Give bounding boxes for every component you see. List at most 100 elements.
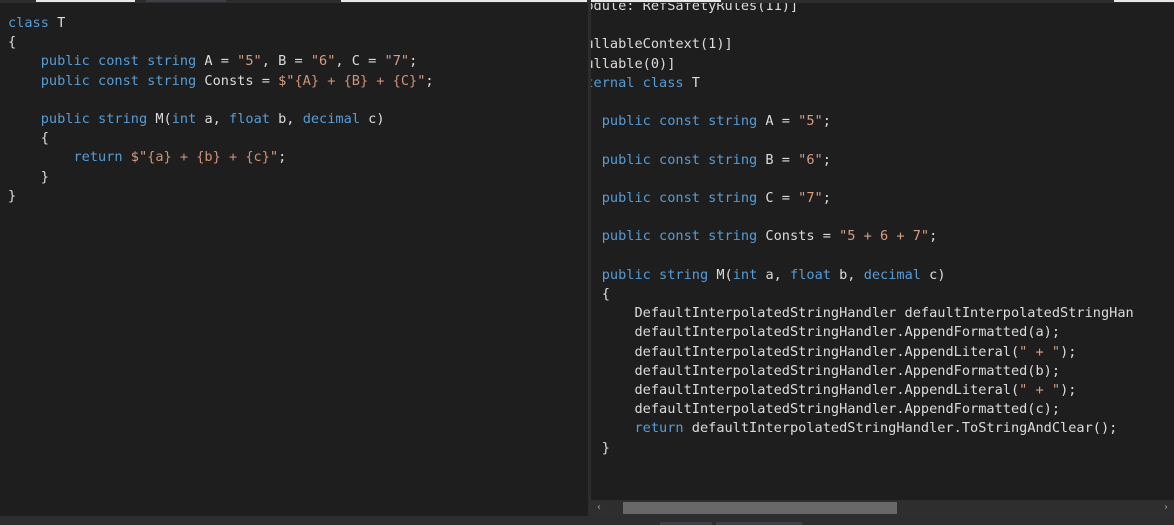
source-editor-pane[interactable]: class T{ public const string A = "5", B … (0, 3, 588, 516)
bottom-status-bar (0, 516, 1174, 525)
code-line[interactable]: return defaultInterpolatedStringHandler.… (591, 419, 1134, 438)
code-line[interactable]: defaultInterpolatedStringHandler.AppendF… (591, 400, 1134, 419)
code-token: C = (765, 190, 799, 207)
code-line[interactable]: defaultInterpolatedStringHandler.AppendF… (591, 323, 1134, 342)
tab-indicator[interactable] (341, 0, 587, 2)
code-token: ; (409, 53, 418, 70)
scroll-left-icon[interactable]: ‹ (591, 500, 607, 516)
code-line[interactable]: [module: RefSafetyRules(11)] (591, 3, 1134, 16)
code-token: } (8, 187, 17, 204)
code-token: public const string (601, 228, 758, 245)
code-line[interactable]: } (8, 187, 434, 206)
code-line[interactable]: public const string Consts = "5 + 6 + 7"… (591, 227, 1134, 246)
code-token: , C = (335, 53, 385, 70)
code-token: float (229, 111, 279, 128)
tab-indicator[interactable] (36, 0, 135, 2)
code-token: {a} + {b} + {c} (147, 149, 270, 166)
code-line[interactable]: } (8, 168, 434, 187)
code-token: float (790, 266, 840, 283)
code-token: defaultInterpolatedStringHandler.AppendF… (591, 401, 1061, 418)
code-token: "5" (798, 113, 823, 130)
code-token: Consts = (765, 228, 840, 245)
code-token: public const string (8, 53, 205, 70)
code-line[interactable]: return $"{a} + {b} + {c}"; (8, 148, 434, 167)
code-token: ; (425, 72, 434, 89)
code-token: ; (822, 190, 831, 207)
code-token: defaultInterpolatedStringHandler.AppendF… (591, 324, 1061, 341)
code-token: public string (8, 111, 156, 128)
code-line[interactable]: { (8, 33, 434, 52)
code-token: M( (716, 266, 733, 283)
code-token: [module: RefSafetyRules(11)] (591, 3, 799, 14)
code-line[interactable]: [Nullable(0)] (591, 55, 1134, 74)
decompiled-editor-pane[interactable]: [module: RefSafetyRules(11)] [NullableCo… (591, 3, 1174, 516)
tab-indicator[interactable] (146, 0, 226, 2)
code-line[interactable]: defaultInterpolatedStringHandler.AppendL… (591, 381, 1134, 400)
code-token: return (8, 149, 131, 166)
code-line[interactable]: class T (8, 14, 434, 33)
code-token: a, (765, 266, 791, 283)
code-token: ; (822, 113, 831, 130)
code-token: public string (601, 266, 709, 283)
code-line[interactable]: public string M(int a, float b, decimal … (591, 266, 1134, 285)
code-line[interactable] (591, 208, 1134, 227)
code-line[interactable]: internal class T (591, 74, 1134, 93)
code-line[interactable]: public string M(int a, float b, decimal … (8, 110, 434, 129)
code-line[interactable] (591, 16, 1134, 35)
code-token: B = (765, 151, 799, 168)
code-token: "6" (798, 151, 823, 168)
code-token: { (8, 34, 17, 51)
horizontal-scrollbar[interactable]: ‹ › (591, 500, 1174, 516)
code-line[interactable]: DefaultInterpolatedStringHandler default… (591, 304, 1134, 323)
code-token: int (732, 266, 766, 283)
code-token: decimal (302, 111, 369, 128)
code-token: ; (822, 151, 831, 168)
code-token: defaultInterpolatedStringHandler.AppendL… (591, 343, 1020, 360)
code-line[interactable] (591, 247, 1134, 266)
code-token: "7" (384, 53, 410, 70)
code-line[interactable] (8, 91, 434, 110)
code-token: DefaultInterpolatedStringHandler default… (591, 305, 1134, 322)
code-token: { (8, 130, 49, 147)
code-line[interactable]: defaultInterpolatedStringHandler.AppendF… (591, 362, 1134, 381)
code-line[interactable]: { (8, 129, 434, 148)
code-token: c) (368, 111, 385, 128)
code-line[interactable] (591, 131, 1134, 150)
code-token: $" (278, 72, 295, 89)
code-line[interactable]: { (591, 93, 1134, 112)
source-code-view[interactable]: class T{ public const string A = "5", B … (8, 14, 434, 206)
code-token: T (691, 74, 700, 91)
code-token: public const string (601, 151, 758, 168)
code-line[interactable]: defaultInterpolatedStringHandler.AppendL… (591, 343, 1134, 362)
code-token: Consts = (204, 72, 279, 89)
tab-indicator[interactable] (591, 0, 721, 2)
code-line[interactable]: public const string A = "5", B = "6", C … (8, 52, 434, 71)
code-token: { (601, 286, 610, 303)
code-line[interactable]: [NullableContext(1)] (591, 35, 1134, 54)
decompiled-code-view[interactable]: [module: RefSafetyRules(11)] [NullableCo… (591, 3, 1134, 458)
code-line[interactable]: public const string A = "5"; (591, 112, 1134, 131)
code-token: T (57, 15, 66, 31)
code-token: , B = (261, 53, 311, 70)
code-line[interactable] (591, 170, 1134, 189)
code-line[interactable]: public const string Consts = $"{A} + {B}… (8, 72, 434, 91)
code-line[interactable]: public const string C = "7"; (591, 189, 1134, 208)
tab-indicator[interactable] (1114, 0, 1174, 2)
code-token: b, (839, 266, 864, 283)
scroll-right-icon[interactable]: › (1158, 500, 1174, 516)
code-token: ); (1060, 343, 1077, 360)
code-line[interactable]: { (591, 285, 1134, 304)
code-token: "5 + 6 + 7" (839, 228, 930, 245)
code-token: " (269, 149, 279, 166)
code-token: "6" (310, 53, 336, 70)
code-token: "7" (798, 190, 823, 207)
code-token: } (8, 168, 49, 185)
code-token: internal class (591, 74, 684, 91)
code-token: public const string (8, 72, 205, 89)
code-line[interactable]: public const string B = "6"; (591, 151, 1134, 170)
scrollbar-thumb[interactable] (623, 502, 897, 514)
code-token: decimal (863, 266, 930, 283)
code-token: M( (155, 111, 172, 128)
code-token: " + " (1019, 382, 1061, 399)
code-line[interactable]: } (591, 439, 1134, 458)
